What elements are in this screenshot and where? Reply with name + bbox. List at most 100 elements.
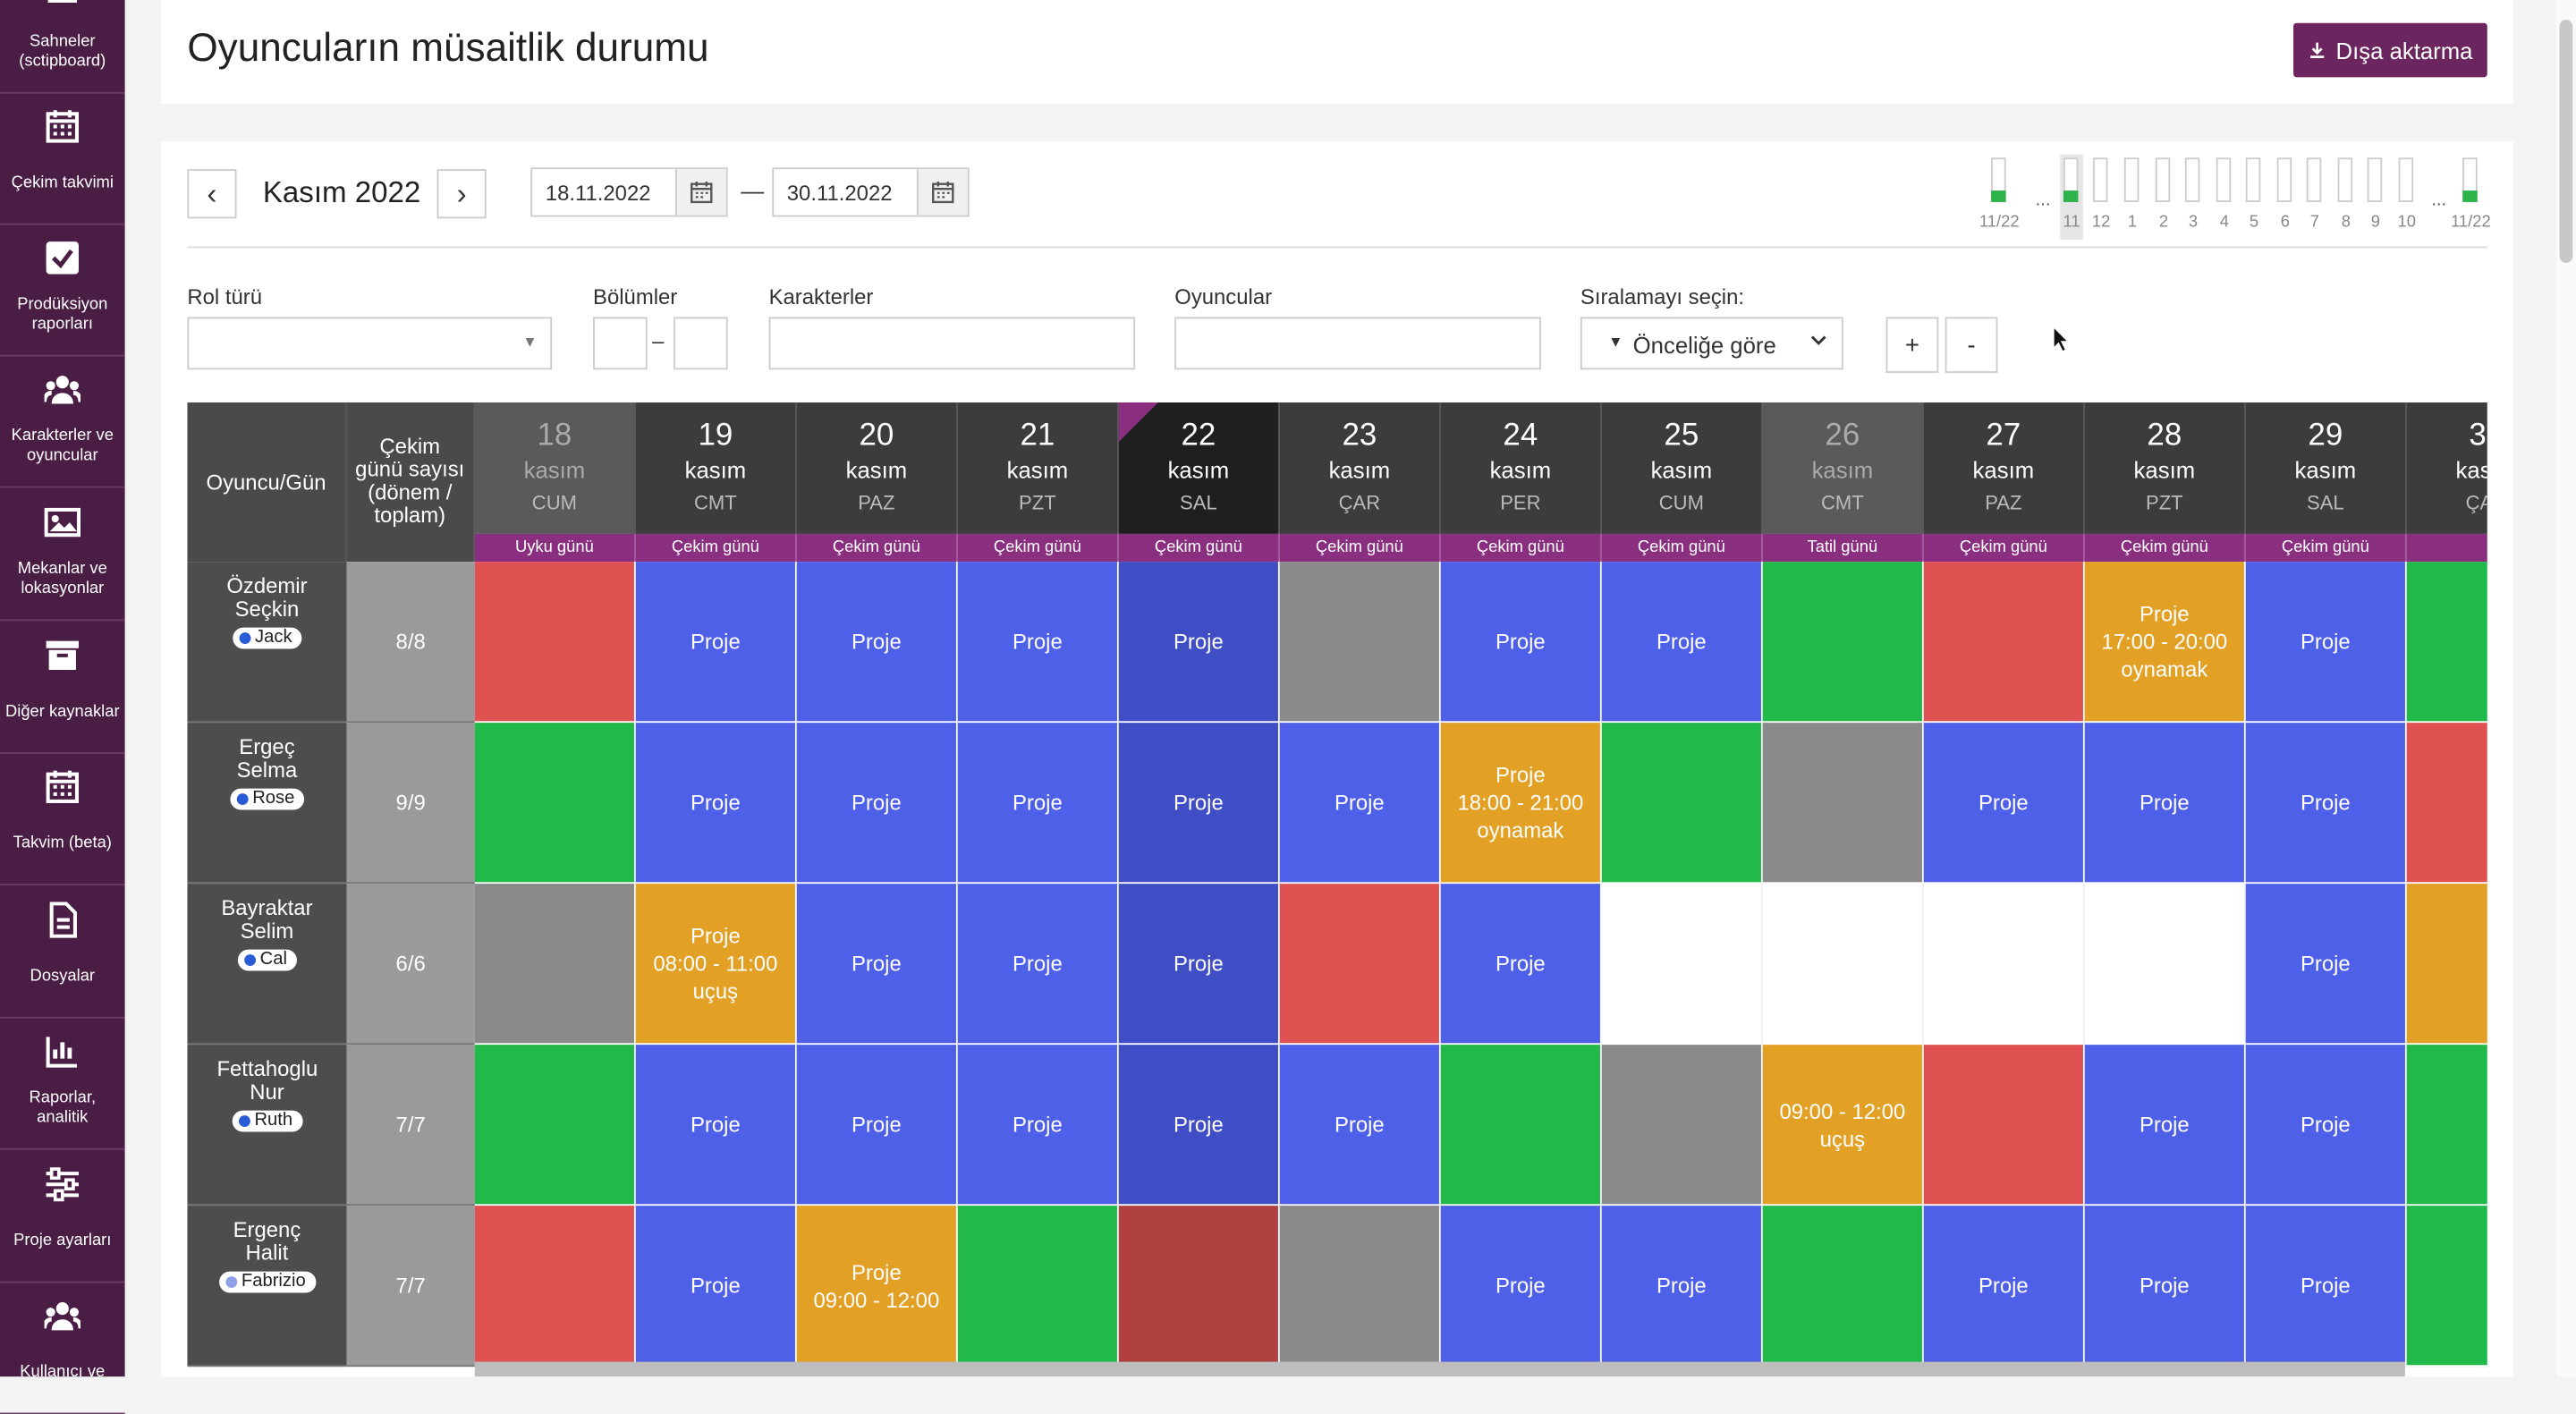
availability-cell[interactable]: 09:00 - 12:00 uçuş (1762, 1045, 1924, 1207)
availability-cell[interactable]: Proje (1118, 1045, 1280, 1207)
availability-cell[interactable] (1279, 1206, 1441, 1367)
availability-cell[interactable]: Proje (635, 1206, 797, 1367)
next-month-button[interactable]: › (436, 169, 487, 219)
availability-cell[interactable] (2406, 723, 2487, 885)
day-header[interactable]: 21 kasım PZT (957, 402, 1119, 534)
prev-month-button[interactable]: ‹ (187, 169, 237, 219)
day-header[interactable]: 25 kasım CUM (1601, 402, 1763, 534)
zoom-out-button[interactable]: - (1945, 317, 1998, 373)
availability-cell[interactable] (1923, 884, 2085, 1046)
availability-cell[interactable]: Proje (1601, 562, 1763, 724)
sidebar-item-2[interactable]: Çekim takvimi (0, 92, 125, 225)
availability-cell[interactable]: Proje 18:00 - 21:00 oynamak (1440, 723, 1602, 885)
availability-cell[interactable] (1601, 1045, 1763, 1207)
calendar-icon[interactable] (674, 169, 726, 216)
day-header[interactable]: 26 kasım CMT (1762, 402, 1924, 534)
episodes-from-input[interactable] (593, 317, 648, 370)
availability-cell[interactable]: Proje (957, 884, 1119, 1046)
day-header[interactable]: 30 kasım ÇAR (2406, 402, 2487, 534)
availability-cell[interactable] (957, 1206, 1119, 1367)
availability-cell[interactable] (1601, 723, 1763, 885)
availability-cell[interactable]: Proje (1440, 562, 1602, 724)
sidebar-item-7[interactable]: Takvim (beta) (0, 752, 125, 885)
availability-cell[interactable] (1440, 1045, 1602, 1207)
actors-input[interactable] (1174, 317, 1541, 370)
sidebar-item-10[interactable]: Proje ayarları (0, 1150, 125, 1283)
actor-cell[interactable]: Özdemir Seçkin Jack (187, 562, 347, 724)
availability-cell[interactable] (2406, 1206, 2487, 1367)
availability-cell[interactable] (474, 884, 636, 1046)
availability-cell[interactable] (2406, 884, 2487, 1046)
date-from-field[interactable]: 18.11.2022 (530, 167, 728, 217)
mini-bar[interactable]: 10 (2395, 155, 2419, 241)
availability-cell[interactable] (474, 1206, 636, 1367)
availability-cell[interactable]: Proje (2245, 1045, 2407, 1207)
availability-cell[interactable] (1762, 1206, 1924, 1367)
mini-bar[interactable]: 1 (2121, 155, 2144, 241)
availability-cell[interactable] (1279, 562, 1441, 724)
availability-cell[interactable]: Proje (2245, 1206, 2407, 1367)
availability-cell[interactable] (1923, 1045, 2085, 1207)
availability-cell[interactable] (474, 723, 636, 885)
availability-cell[interactable]: Proje (1923, 1206, 2085, 1367)
mini-bar[interactable]: 11/22 (1979, 155, 2020, 241)
export-button[interactable]: Dışa aktarma (2293, 22, 2487, 78)
availability-cell[interactable]: Proje (2084, 723, 2246, 885)
mini-bar[interactable]: 5 (2242, 155, 2266, 241)
availability-cell[interactable]: Proje (957, 1045, 1119, 1207)
actor-cell[interactable]: Fettahoglu Nur Ruth (187, 1045, 347, 1207)
sidebar-item-1[interactable]: Sahneler (sctipboard) (0, 0, 125, 94)
mini-bar[interactable]: 9 (2364, 155, 2387, 241)
availability-cell[interactable]: Proje 17:00 - 20:00 oynamak (2084, 562, 2246, 724)
availability-cell[interactable]: Proje (1279, 1045, 1441, 1207)
day-header[interactable]: 24 kasım PER (1440, 402, 1602, 534)
availability-cell[interactable]: Proje (635, 562, 797, 724)
availability-cell[interactable]: Proje (796, 1045, 958, 1207)
sidebar-item-8[interactable]: Dosyalar (0, 885, 125, 1019)
day-header[interactable]: 18 kasım CUM (474, 402, 636, 534)
availability-cell[interactable] (474, 1045, 636, 1207)
availability-cell[interactable] (1279, 884, 1441, 1046)
mini-bar[interactable]: 12 (2089, 155, 2113, 241)
scrollbar-thumb[interactable] (2559, 20, 2573, 263)
availability-cell[interactable]: Proje (635, 723, 797, 885)
zoom-in-button[interactable]: + (1885, 317, 1939, 373)
episodes-to-input[interactable] (674, 317, 728, 370)
mini-bar[interactable]: 3 (2182, 155, 2205, 241)
availability-cell[interactable]: Proje (1118, 562, 1280, 724)
mini-bar[interactable]: 7 (2303, 155, 2326, 241)
availability-cell[interactable]: Proje (796, 884, 958, 1046)
sidebar-item-5[interactable]: Mekanlar ve lokasyonlar (0, 487, 125, 622)
availability-cell[interactable] (1762, 562, 1924, 724)
role-type-select[interactable]: ▼ (187, 317, 553, 370)
availability-cell[interactable]: Proje (796, 723, 958, 885)
day-header[interactable]: 27 kasım PAZ (1923, 402, 2085, 534)
availability-cell[interactable]: Proje (2245, 884, 2407, 1046)
availability-cell[interactable]: Proje (2084, 1206, 2246, 1367)
availability-cell[interactable]: Proje (1118, 723, 1280, 885)
availability-cell[interactable]: Proje 08:00 - 11:00 uçuş (635, 884, 797, 1046)
day-header[interactable]: 23 kasım ÇAR (1279, 402, 1441, 534)
day-header[interactable]: 29 kasım SAL (2245, 402, 2407, 534)
availability-cell[interactable] (474, 562, 636, 724)
sidebar-item-6[interactable]: Diğer kaynaklar (0, 621, 125, 755)
actor-cell[interactable]: Bayraktar Selim Cal (187, 884, 347, 1046)
availability-cell[interactable] (1762, 723, 1924, 885)
availability-cell[interactable] (1118, 1206, 1280, 1367)
availability-cell[interactable] (2084, 884, 2246, 1046)
day-header[interactable]: 28 kasım PZT (2084, 402, 2246, 534)
availability-cell[interactable]: Proje (1923, 723, 2085, 885)
availability-cell[interactable] (2406, 1045, 2487, 1207)
availability-cell[interactable]: Proje (2245, 723, 2407, 885)
sidebar-item-4[interactable]: Karakterler ve oyuncular (0, 355, 125, 488)
availability-cell[interactable]: Proje (957, 562, 1119, 724)
sort-select[interactable]: ▼ Önceliğe göre (1580, 317, 1843, 370)
availability-cell[interactable]: Proje 09:00 - 12:00 (796, 1206, 958, 1367)
day-header[interactable]: 20 kasım PAZ (796, 402, 958, 534)
actor-cell[interactable]: Ergeç Selma Rose (187, 723, 347, 885)
availability-cell[interactable]: Proje (1601, 1206, 1763, 1367)
day-header[interactable]: 22 kasım SAL (1118, 402, 1280, 534)
mini-bar[interactable]: 11/22 (2451, 155, 2491, 241)
availability-cell[interactable] (2406, 562, 2487, 724)
sidebar-item-3[interactable]: Prodüksiyon raporları (0, 224, 125, 357)
